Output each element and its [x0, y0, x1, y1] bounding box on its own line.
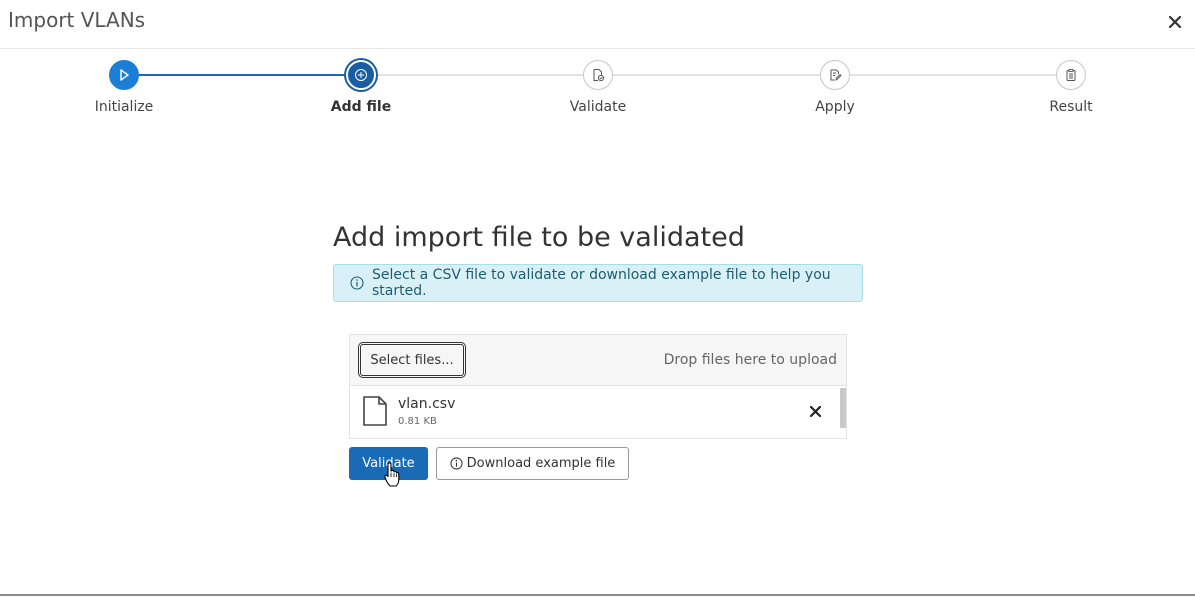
dialog-title: Import VLANs	[8, 8, 146, 32]
clipboard-icon	[1066, 69, 1076, 81]
stepper-track-pending	[361, 74, 1071, 76]
step-apply-circle	[820, 60, 850, 90]
import-vlans-dialog: Import VLANs Initialize Add file Validat…	[0, 0, 1195, 597]
file-list-scrollbar[interactable]	[840, 388, 846, 428]
plus-circle-icon	[355, 69, 367, 81]
step-apply-label: Apply	[815, 99, 855, 115]
edit-document-icon	[830, 69, 842, 82]
step-add-file-circle	[346, 60, 376, 90]
info-icon	[450, 457, 463, 470]
step-add-file[interactable]: Add file	[291, 60, 431, 115]
step-validate[interactable]: Validate	[528, 60, 668, 115]
hand-pointer-icon	[384, 462, 400, 492]
step-add-file-label: Add file	[330, 99, 392, 115]
step-initialize-circle	[109, 60, 139, 90]
uploaded-file-item: vlan.csv 0.81 KB	[350, 386, 846, 438]
page-title: Add import file to be validated	[333, 222, 745, 253]
step-result[interactable]: Result	[1001, 60, 1141, 115]
info-alert: Select a CSV file to validate or downloa…	[333, 264, 863, 302]
select-files-button[interactable]: Select files...	[358, 342, 466, 378]
play-icon	[120, 69, 129, 81]
dialog-header: Import VLANs	[0, 0, 1195, 49]
info-alert-text: Select a CSV file to validate or downloa…	[372, 267, 831, 299]
close-icon	[809, 405, 821, 417]
info-icon	[350, 276, 364, 290]
upload-dropzone[interactable]: Select files... Drop files here to uploa…	[350, 335, 846, 386]
step-validate-label: Validate	[569, 99, 627, 115]
step-result-circle	[1056, 60, 1086, 90]
download-example-label: Download example file	[466, 456, 616, 471]
step-result-label: Result	[1049, 99, 1093, 115]
file-upload: Select files... Drop files here to uploa…	[349, 334, 847, 439]
download-example-button[interactable]: Download example file	[436, 447, 629, 480]
step-initialize[interactable]: Initialize	[54, 60, 194, 115]
dialog-bottom-border	[0, 594, 1195, 596]
close-button[interactable]	[1163, 10, 1187, 34]
file-check-icon	[593, 69, 605, 82]
drop-hint: Drop files here to upload	[663, 352, 837, 368]
file-icon	[362, 396, 388, 430]
step-apply[interactable]: Apply	[765, 60, 905, 115]
wizard-stepper: Initialize Add file Validate Apply Resul…	[0, 55, 1195, 125]
file-size: 0.81 KB	[398, 416, 437, 427]
step-validate-circle	[583, 60, 613, 90]
file-name: vlan.csv	[398, 396, 456, 412]
remove-file-button[interactable]	[807, 403, 823, 419]
close-icon	[1169, 16, 1181, 28]
step-initialize-label: Initialize	[94, 99, 154, 115]
